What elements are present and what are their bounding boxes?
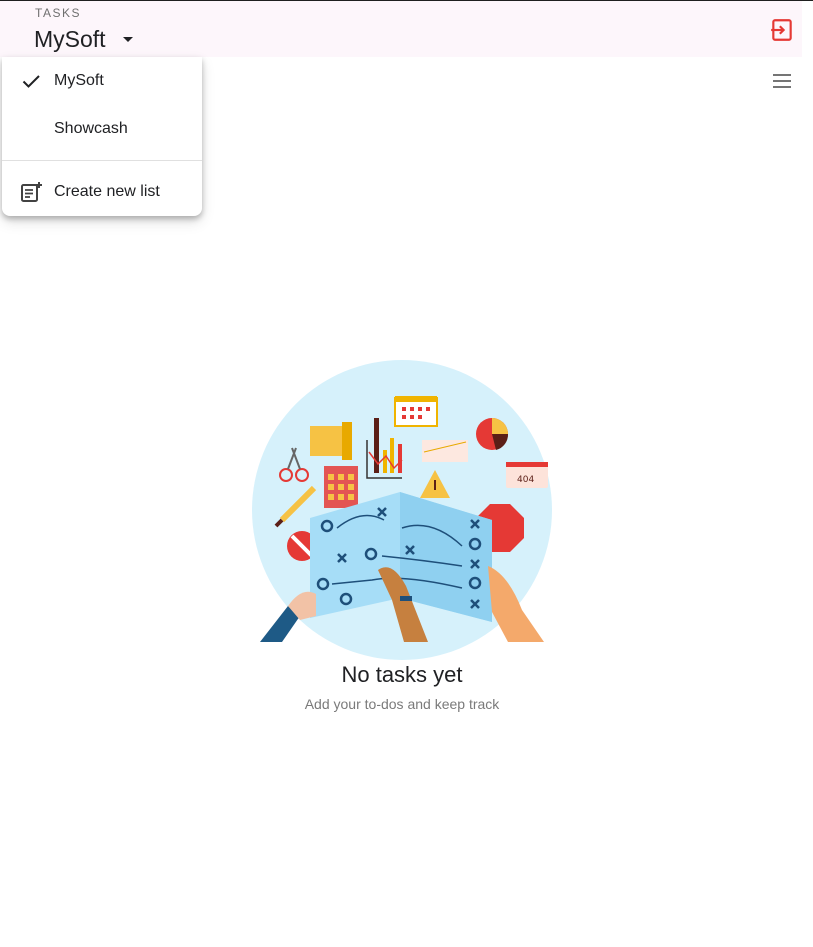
app-header: TASKS MySoft [0, 1, 802, 57]
dropdown-item-showcash[interactable]: Showcash [2, 105, 202, 153]
dropdown-item-label: MySoft [54, 72, 104, 89]
check-icon [22, 75, 40, 88]
arrow-drop-down-icon [122, 37, 133, 42]
list-selector[interactable]: MySoft [34, 23, 140, 55]
section-label: TASKS [35, 6, 81, 20]
create-new-list-label: Create new list [54, 183, 160, 200]
empty-state-title: No tasks yet [341, 662, 463, 687]
dropdown-divider [2, 160, 202, 161]
dropdown-item-label: Showcash [54, 120, 128, 137]
svg-text:404: 404 [517, 475, 534, 485]
logout-icon[interactable] [769, 17, 795, 43]
dropdown-item-mysoft[interactable]: MySoft [2, 57, 202, 105]
list-dropdown-menu: MySoft Showcash Create new list [2, 57, 202, 216]
empty-tasks-illustration: 404 [252, 360, 552, 660]
create-new-list-button[interactable]: Create new list [2, 168, 202, 216]
menu-icon[interactable] [770, 69, 794, 93]
empty-state-subtitle: Add your to-dos and keep track [304, 696, 500, 712]
playlist-add-icon [21, 182, 42, 202]
current-list-title: MySoft [34, 25, 106, 52]
